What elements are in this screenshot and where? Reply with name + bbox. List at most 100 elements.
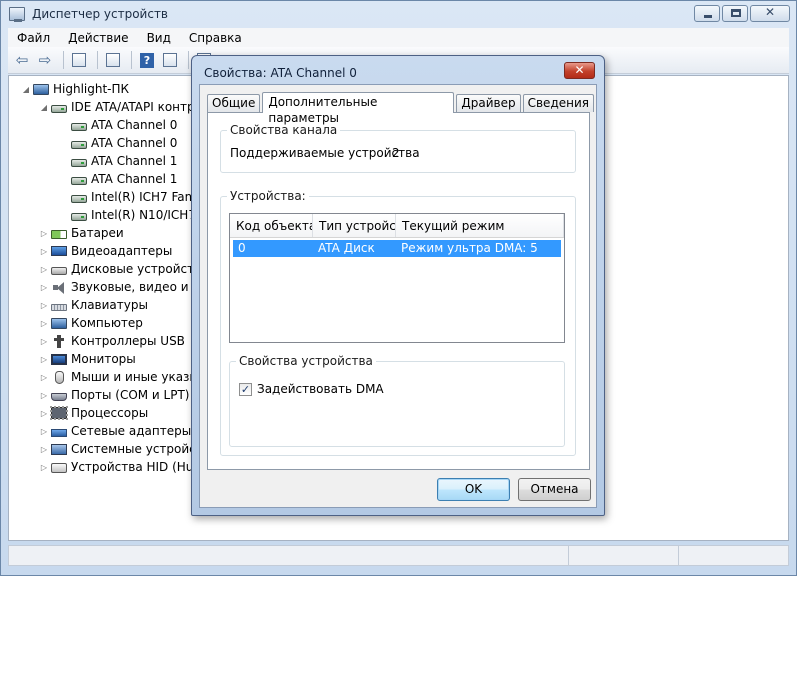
menu-bar: Файл Действие Вид Справка (8, 28, 789, 47)
tree-item-category[interactable]: ▷ Мыши и иные указы (39, 368, 199, 386)
expand-icon[interactable]: ▷ (39, 445, 49, 454)
menu-view[interactable]: Вид (138, 31, 180, 45)
tree-item-ide-child[interactable]: Intel(R) N10/ICH7 F (71, 206, 207, 224)
tree-item-category[interactable]: ▷ Устройства HID (Hum (39, 458, 205, 476)
expand-icon[interactable]: ▷ (39, 283, 49, 292)
tree-item-label: Порты (COM и LPT) (71, 388, 190, 402)
tree-item-category[interactable]: ▷ Процессоры (39, 404, 148, 422)
expand-icon[interactable]: ▷ (39, 463, 49, 472)
enable-dma-option[interactable]: ✓ Задействовать DMA (239, 382, 384, 396)
ide-channel-icon (71, 176, 87, 185)
expand-icon[interactable]: ▷ (39, 229, 49, 238)
tree-item-label: ATA Channel 0 (91, 136, 178, 150)
properties-dialog: Свойства: ATA Channel 0 ✕ Общие Дополнит… (191, 55, 605, 516)
back-button[interactable]: ⇦ (12, 51, 32, 69)
tab-details[interactable]: Сведения (522, 94, 594, 112)
tree-item-label: Мониторы (71, 352, 136, 366)
expand-icon[interactable]: ▷ (39, 355, 49, 364)
menu-file[interactable]: Файл (8, 31, 59, 45)
tree-item-ide-child[interactable]: ATA Channel 0 (71, 134, 177, 152)
tree-item-category[interactable]: ▷ Клавиатуры (39, 296, 148, 314)
show-hide-tree-button[interactable] (69, 51, 89, 69)
tree-item-category[interactable]: ▷ Батареи (39, 224, 124, 242)
device-properties-group: Свойства устройства ✓ Задействовать DMA (229, 354, 565, 447)
column-header-current-mode[interactable]: Текущий режим (396, 214, 564, 237)
menu-action[interactable]: Действие (59, 31, 137, 45)
device-manager-icon (9, 7, 25, 22)
port-icon (51, 392, 67, 401)
tree-item-category[interactable]: ▷ Сетевые адаптеры (39, 422, 191, 440)
tree-item-category[interactable]: ▷ Системные устройст (39, 440, 203, 458)
tree-item-ide-child[interactable]: ATA Channel 1 (71, 152, 177, 170)
ide-controller-icon (71, 212, 87, 221)
expand-icon[interactable]: ▷ (39, 427, 49, 436)
maximize-button[interactable] (722, 5, 748, 22)
tree-item-label: ATA Channel 0 (91, 118, 178, 132)
expand-icon[interactable]: ▷ (39, 301, 49, 310)
collapse-icon[interactable]: ◢ (21, 85, 31, 94)
tree-item-category[interactable]: ▷ Контроллеры USB (39, 332, 185, 350)
forward-button[interactable]: ⇨ (35, 51, 55, 69)
expand-icon[interactable]: ▷ (39, 319, 49, 328)
tab-advanced-settings[interactable]: Дополнительные параметры (262, 92, 455, 125)
expand-icon[interactable]: ▷ (39, 391, 49, 400)
tree-item-category[interactable]: ▷ Мониторы (39, 350, 136, 368)
toolbar-separator (188, 51, 189, 69)
minimize-button[interactable] (694, 5, 720, 22)
list-item[interactable]: 0 ATA Диск Режим ультра DMA: 5 (233, 240, 561, 257)
tab-driver[interactable]: Драйвер (456, 94, 521, 112)
computer-icon (33, 83, 49, 95)
status-cell (9, 546, 569, 565)
menu-help[interactable]: Справка (180, 31, 251, 45)
cell-object-id: 0 (238, 241, 246, 255)
processor-icon (50, 406, 68, 420)
expand-icon[interactable]: ▷ (39, 409, 49, 418)
display-adapter-icon (51, 246, 67, 256)
usb-icon (51, 334, 67, 348)
close-icon: ✕ (764, 5, 776, 19)
cancel-button[interactable]: Отмена (518, 478, 591, 501)
tree-item-category[interactable]: ▷ Дисковые устройства (39, 260, 209, 278)
list-header: Код объекта Тип устройс... Текущий режим (230, 214, 564, 238)
ok-button[interactable]: OK (437, 478, 510, 501)
devices-group: Устройства: Код объекта Тип устройс... Т… (220, 189, 576, 456)
expand-icon[interactable]: ▷ (39, 337, 49, 346)
cell-current-mode: Режим ультра DMA: 5 (401, 241, 538, 255)
tree-item-ide-child[interactable]: ATA Channel 0 (71, 116, 177, 134)
enable-dma-checkbox[interactable]: ✓ (239, 382, 252, 396)
column-header-device-type[interactable]: Тип устройс... (313, 214, 396, 237)
ide-channel-icon (71, 122, 87, 131)
expand-icon[interactable]: ▷ (39, 265, 49, 274)
expand-icon[interactable]: ▷ (39, 247, 49, 256)
tree-item-category[interactable]: ▷ Порты (COM и LPT) (39, 386, 190, 404)
tree-item-category[interactable]: ▷ Компьютер (39, 314, 143, 332)
tab-strip: Общие Дополнительные параметры Драйвер С… (207, 91, 596, 125)
toolbar-separator (97, 51, 98, 69)
expand-icon[interactable]: ▷ (39, 373, 49, 382)
tree-item-category[interactable]: ▷ Видеоадаптеры (39, 242, 172, 260)
properties-button[interactable] (103, 51, 123, 69)
tree-item-category[interactable]: ▷ Звуковые, видео и игр (39, 278, 214, 296)
tree-item-ide-child[interactable]: ATA Channel 1 (71, 170, 177, 188)
keyboard-icon (51, 303, 67, 311)
tree-item-label: ATA Channel 1 (91, 154, 178, 168)
tree-item-label: Сетевые адаптеры (71, 424, 192, 438)
enable-dma-label[interactable]: Задействовать DMA (257, 382, 384, 396)
advanced-settings-panel: Свойства канала Поддерживаемые устройств… (207, 112, 590, 470)
tree-item-label: Дисковые устройства (71, 262, 209, 276)
title-bar[interactable]: Диспетчер устройств ✕ (1, 1, 796, 28)
dialog-close-button[interactable]: ✕ (564, 62, 595, 79)
scan-hardware-button[interactable] (160, 51, 180, 69)
close-icon: ✕ (574, 63, 585, 77)
tree-item-ide-controller[interactable]: ◢ IDE ATA/ATAPI контро (39, 98, 202, 116)
tree-root[interactable]: ◢ Highlight-ПК (21, 80, 129, 98)
devices-list[interactable]: Код объекта Тип устройс... Текущий режим… (229, 213, 565, 343)
close-button[interactable]: ✕ (750, 5, 790, 22)
tree-item-label: Процессоры (71, 406, 149, 420)
help-button[interactable]: ? (137, 51, 157, 69)
tree-item-label: Мыши и иные указы (71, 370, 199, 384)
column-header-object-id[interactable]: Код объекта (230, 214, 313, 237)
tab-general[interactable]: Общие (207, 94, 261, 112)
collapse-icon[interactable]: ◢ (39, 103, 49, 112)
tree-item-ide-child[interactable]: Intel(R) ICH7 Famil (71, 188, 203, 206)
